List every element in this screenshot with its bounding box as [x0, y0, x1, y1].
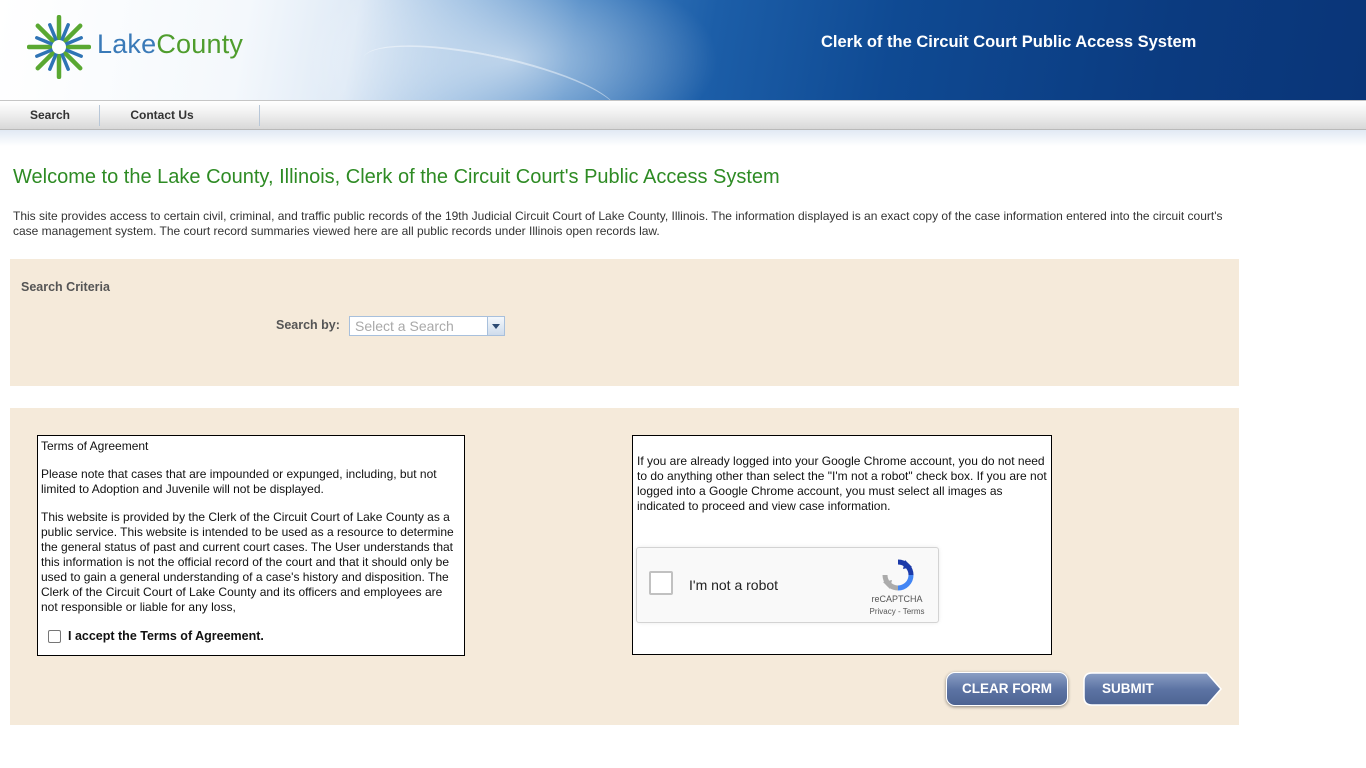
accept-terms-label[interactable]: I accept the Terms of Agreement. — [68, 629, 264, 643]
terms-panel: Terms of Agreement Please note that case… — [10, 408, 1239, 725]
recaptcha-logo-icon — [882, 559, 914, 591]
terms-heading: Terms of Agreement — [41, 439, 149, 453]
terms-paragraph: Please note that cases that are impounde… — [41, 467, 437, 496]
intro-text: This site provides access to certain civ… — [13, 209, 1223, 238]
submit-button-label: SUBMIT — [1102, 681, 1154, 696]
search-type-select-value: Select a Search — [355, 318, 454, 334]
page-title: Welcome to the Lake County, Illinois, Cl… — [13, 166, 780, 188]
recaptcha-privacy-link[interactable]: Privacy — [870, 607, 896, 616]
clear-form-button[interactable]: CLEAR FORM — [946, 672, 1068, 706]
accept-terms-checkbox[interactable] — [48, 630, 61, 643]
recaptcha-widget: I'm not a robot reCAPTCHA Privacy - Term… — [636, 547, 939, 623]
terms-of-agreement-box: Terms of Agreement Please note that case… — [37, 435, 465, 656]
search-by-label: Search by: — [276, 318, 340, 332]
recaptcha-checkbox[interactable] — [649, 571, 673, 595]
nav-contact-us[interactable]: Contact Us — [100, 101, 224, 129]
recaptcha-label: I'm not a robot — [689, 577, 779, 593]
search-criteria-panel: Search Criteria Search by: Select a Sear… — [10, 259, 1239, 386]
nav-search[interactable]: Search — [0, 101, 100, 129]
submit-button[interactable]: SUBMIT — [1083, 672, 1223, 706]
search-criteria-heading: Search Criteria — [21, 280, 110, 294]
recaptcha-links: Privacy - Terms — [859, 607, 935, 616]
logo-text-county: County — [156, 29, 244, 59]
main-nav: Search Contact Us — [0, 100, 1366, 130]
lake-county-star-logo-icon[interactable] — [27, 15, 91, 79]
chevron-down-icon[interactable] — [487, 317, 504, 335]
logo-text-lake: Lake — [97, 29, 157, 59]
terms-scroll-area[interactable]: Terms of Agreement Please note that case… — [41, 439, 461, 617]
recaptcha-brand: reCAPTCHA — [871, 594, 923, 604]
captcha-instructions: If you are already logged into your Goog… — [637, 454, 1047, 513]
search-type-select[interactable]: Select a Search — [349, 316, 505, 336]
recaptcha-link-separator: - — [895, 607, 903, 616]
lake-county-wordmark[interactable]: LakeCounty — [97, 29, 243, 60]
captcha-box: If you are already logged into your Goog… — [632, 435, 1052, 655]
site-header: LakeCounty Clerk of the Circuit Court Pu… — [0, 0, 1366, 100]
recaptcha-terms-link[interactable]: Terms — [903, 607, 925, 616]
terms-paragraph: This website is provided by the Clerk of… — [41, 510, 454, 614]
system-title: Clerk of the Circuit Court Public Access… — [821, 33, 1197, 51]
nav-separator — [259, 105, 260, 126]
nav-shadow — [0, 130, 1366, 146]
